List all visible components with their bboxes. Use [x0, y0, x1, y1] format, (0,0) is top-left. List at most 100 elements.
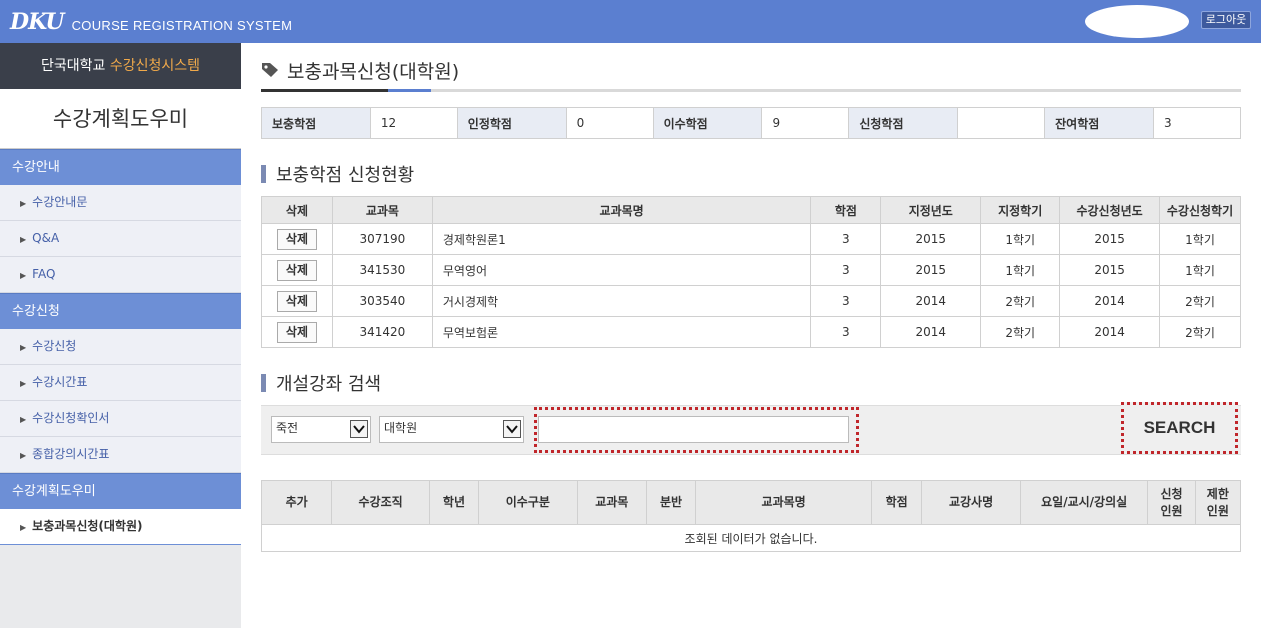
tag-icon: [262, 63, 278, 77]
sidebar-item-label: 수강신청: [32, 339, 77, 353]
sidebar-section-registration[interactable]: 수강신청: [0, 293, 241, 329]
credit-label: 인정학점: [456, 107, 567, 139]
empty-message: 조회된 데이터가 없습니다.: [261, 524, 1241, 552]
table-row: 삭제 341530 무역영어 3 2015 1학기 2015 1학기: [261, 254, 1241, 286]
column-header: 교과목: [331, 196, 433, 224]
column-header: 분반: [645, 480, 697, 525]
column-header: 지정학기: [980, 196, 1061, 224]
system-name: COURSE REGISTRATION SYSTEM: [71, 17, 293, 33]
course-name: 무역보험론: [431, 316, 812, 348]
search-button[interactable]: SEARCH: [1121, 402, 1238, 454]
chevron-down-icon[interactable]: [350, 420, 368, 438]
registration-term: 1학기: [1159, 254, 1241, 286]
credit-label: 신청학점: [848, 107, 959, 139]
sidebar-item-label: 종합강의시간표: [32, 447, 110, 461]
sidebar-item-label: 수강신청확인서: [32, 411, 110, 425]
sidebar-item-label: 수강시간표: [32, 375, 88, 389]
registration-year: 2015: [1059, 223, 1161, 255]
caret-right-icon: ▶: [20, 271, 27, 280]
registration-term: 1학기: [1159, 223, 1241, 255]
course-name: 무역영어: [431, 254, 812, 286]
credit-value: 3: [1152, 107, 1242, 139]
sidebar-item-faq[interactable]: ▶ FAQ: [0, 257, 241, 293]
delete-button[interactable]: 삭제: [276, 321, 317, 343]
section-heading-search: 개설강좌 검색: [261, 370, 381, 396]
sidebar-section-guide[interactable]: 수강안내: [0, 149, 241, 185]
designated-term: 1학기: [980, 254, 1061, 286]
caret-right-icon: ▶: [20, 523, 27, 532]
registration-term: 2학기: [1159, 316, 1241, 348]
sidebar-item-full-timetable[interactable]: ▶ 종합강의시간표: [0, 437, 241, 473]
delete-button[interactable]: 삭제: [276, 259, 317, 281]
designated-term: 2학기: [980, 285, 1061, 317]
registration-year: 2014: [1059, 316, 1161, 348]
sidebar-item-label: 수강안내문: [32, 195, 88, 209]
sidebar-item-timetable[interactable]: ▶ 수강시간표: [0, 365, 241, 401]
sidebar-item-label: Q&A: [32, 231, 60, 245]
caret-right-icon: ▶: [20, 199, 27, 208]
column-header: 교과목명: [431, 196, 812, 224]
table-row: 삭제 307190 경제학원론1 3 2015 1학기 2015 1학기: [261, 223, 1241, 255]
sidebar-section-planner[interactable]: 수강계획도우미: [0, 473, 241, 509]
credit-label: 이수학점: [652, 107, 763, 139]
sidebar-item-supplementary[interactable]: ▶ 보충과목신청(대학원): [0, 509, 241, 545]
course-code: 303540: [331, 285, 433, 317]
section-heading-text: 개설강좌 검색: [276, 374, 382, 395]
designated-year: 2015: [880, 254, 982, 286]
course-credit: 3: [810, 254, 882, 286]
column-header: 수강신청학기: [1159, 196, 1241, 224]
column-header: 삭제: [261, 196, 333, 224]
campus-select[interactable]: 죽전: [271, 416, 371, 443]
registration-year: 2015: [1059, 254, 1161, 286]
campus-select-value: 죽전: [276, 421, 299, 435]
section-heading-text: 보충학점 신청현황: [276, 165, 415, 186]
column-header: 지정년도: [880, 196, 982, 224]
sidebar-item-label: 보충과목신청(대학원): [32, 519, 143, 533]
sidebar-item-guide-notice[interactable]: ▶ 수강안내문: [0, 185, 241, 221]
credit-label: 잔여학점: [1044, 107, 1154, 139]
logo[interactable]: DKU COURSE REGISTRATION SYSTEM: [10, 8, 292, 36]
search-input[interactable]: [538, 416, 849, 443]
table-row: 조회된 데이터가 없습니다.: [261, 524, 1241, 552]
designated-year: 2015: [880, 223, 982, 255]
column-header: 학점: [810, 196, 882, 224]
sidebar-item-qna[interactable]: ▶ Q&A: [0, 221, 241, 257]
caret-right-icon: ▶: [20, 451, 27, 460]
sidebar-title: 수강계획도우미: [0, 89, 241, 149]
sidebar-item-registration[interactable]: ▶ 수강신청: [0, 329, 241, 365]
course-name: 경제학원론1: [431, 223, 812, 255]
search-bar: 죽전 대학원 SEARCH: [261, 402, 1241, 455]
heading-bar: [261, 165, 266, 183]
system-title: 수강신청시스템: [109, 58, 201, 74]
delete-button[interactable]: 삭제: [276, 290, 317, 312]
chevron-down-icon[interactable]: [503, 420, 521, 438]
course-credit: 3: [810, 285, 882, 317]
designated-term: 1학기: [980, 223, 1061, 255]
credit-label: 보충학점: [261, 107, 371, 139]
caret-right-icon: ▶: [20, 415, 27, 424]
designated-year: 2014: [880, 285, 982, 317]
credit-summary-table: 보충학점 12 인정학점 0 이수학점 9 신청학점 잔여학점 3: [261, 107, 1242, 139]
credit-value: [957, 107, 1046, 139]
column-header: 학년: [428, 480, 480, 525]
section-heading-status: 보충학점 신청현황: [261, 161, 414, 187]
sidebar-item-label: FAQ: [32, 267, 56, 281]
top-bar: DKU COURSE REGISTRATION SYSTEM 로그아웃: [0, 0, 1261, 43]
sidebar-header: 단국대학교 수강신청시스템: [0, 43, 241, 89]
user-info-redacted: [1085, 5, 1189, 38]
heading-bar: [261, 374, 266, 392]
course-code: 307190: [331, 223, 433, 255]
delete-button[interactable]: 삭제: [276, 228, 317, 250]
column-header: 추가: [260, 480, 333, 525]
credit-value: 9: [761, 107, 850, 139]
course-code: 341530: [331, 254, 433, 286]
credit-value: 12: [369, 107, 458, 139]
sidebar-item-confirmation[interactable]: ▶ 수강신청확인서: [0, 401, 241, 437]
title-underline: [261, 89, 1241, 92]
caret-right-icon: ▶: [20, 379, 27, 388]
logout-button[interactable]: 로그아웃: [1201, 11, 1251, 29]
registration-term: 2학기: [1159, 285, 1241, 317]
column-header: 신청 인원: [1147, 480, 1196, 525]
logo-mark: DKU: [10, 9, 65, 35]
level-select[interactable]: 대학원: [379, 416, 524, 443]
